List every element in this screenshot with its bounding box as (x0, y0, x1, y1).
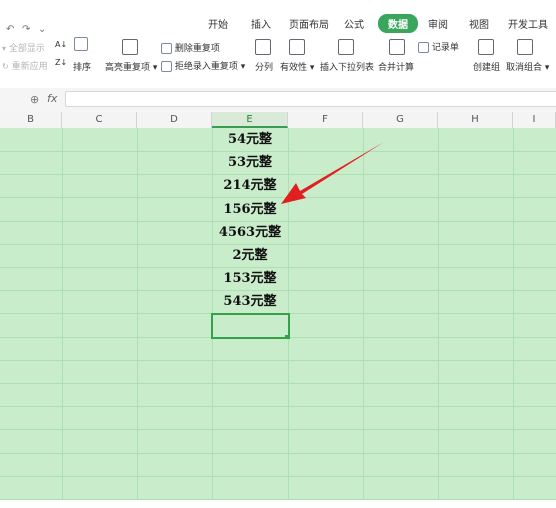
column-header-c[interactable]: C (62, 112, 137, 128)
sort-label: 排序 (73, 63, 92, 73)
tab-home[interactable]: 开始 (208, 16, 228, 31)
column-header-b[interactable]: B (0, 112, 62, 128)
highlight-duplicates-icon (122, 39, 138, 55)
sheet-grid[interactable]: 54元整 53元整 214元整 156元整 4563元整 2元整 153元整 5… (0, 128, 556, 500)
show-all-button[interactable]: ▾ 全部显示 (2, 41, 45, 54)
insert-dropdown-button[interactable]: 插入下拉列表 (320, 60, 374, 73)
tab-data[interactable]: 数据 (378, 14, 418, 33)
merge-calc-button[interactable]: 合并计算 (378, 60, 414, 73)
sort-icon (74, 37, 88, 51)
reapply-button[interactable]: ↻ 重新应用 (2, 59, 48, 72)
column-header-g[interactable]: G (363, 112, 438, 128)
create-group-icon (478, 39, 494, 55)
redo-icon[interactable]: ↷ (22, 24, 30, 35)
record-form-icon (418, 42, 429, 53)
zoom-icon[interactable]: ⊕ (30, 93, 39, 106)
merge-calc-icon (389, 39, 405, 55)
split-columns-button[interactable]: 分列 (255, 60, 273, 73)
tab-page-layout[interactable]: 页面布局 (289, 16, 329, 31)
sort-descending-icon[interactable]: Z↓ (55, 58, 67, 67)
tab-developer[interactable]: 开发工具 (508, 16, 548, 31)
red-arrow-icon (281, 142, 384, 204)
ungroup-button[interactable]: 取消组合 ▾ (506, 60, 549, 73)
column-header-i[interactable]: I (513, 112, 556, 128)
refresh-icon: ↻ (2, 62, 9, 71)
filter-icon: ▾ (2, 44, 7, 53)
more-icon[interactable]: ⌄ (38, 24, 46, 35)
formula-input[interactable] (65, 91, 556, 107)
tab-review[interactable]: 审阅 (428, 16, 448, 31)
undo-icon[interactable]: ↶ (6, 24, 14, 35)
insert-dropdown-icon (338, 39, 354, 55)
tab-formulas[interactable]: 公式 (344, 16, 364, 31)
ribbon: ↶ ↷ ⌄ 开始 插入 页面布局 公式 数据 审阅 视图 开发工具 ▾ 全部显示… (0, 0, 556, 89)
column-header-d[interactable]: D (137, 112, 212, 128)
tab-view[interactable]: 视图 (469, 16, 489, 31)
record-form-button[interactable]: 记录单 (418, 40, 459, 53)
create-group-button[interactable]: 创建组 (473, 60, 500, 73)
column-header-bar: B C D E F G H I (0, 112, 556, 129)
tab-insert[interactable]: 插入 (251, 16, 271, 31)
split-columns-icon (255, 39, 271, 55)
delete-duplicates-icon (161, 43, 172, 54)
highlight-duplicates-button[interactable]: 高亮重复项 ▾ (105, 60, 157, 73)
delete-duplicates-button[interactable]: 删除重复项 (161, 41, 220, 54)
column-header-h[interactable]: H (438, 112, 513, 128)
sheet-footer (0, 500, 556, 508)
reject-duplicates-icon (161, 61, 172, 72)
data-toolbar: ▾ 全部显示 ↻ 重新应用 A↓ Z↓ 排序 高亮重复项 ▾ 删除重复项 拒绝录… (0, 36, 556, 82)
column-header-f[interactable]: F (288, 112, 363, 128)
fx-icon[interactable]: fx (47, 92, 57, 105)
column-header-e[interactable]: E (212, 112, 288, 128)
annotation-layer (281, 142, 384, 204)
ribbon-tabs: ↶ ↷ ⌄ 开始 插入 页面布局 公式 数据 审阅 视图 开发工具 (0, 10, 556, 35)
sort-button[interactable] (74, 37, 88, 51)
ungroup-icon (517, 39, 533, 55)
validity-button[interactable]: 有效性 ▾ (280, 60, 314, 73)
reject-duplicates-button[interactable]: 拒绝录入重复项 ▾ (161, 59, 245, 72)
sort-ascending-icon[interactable]: A↓ (55, 40, 67, 49)
validity-icon (289, 39, 305, 55)
